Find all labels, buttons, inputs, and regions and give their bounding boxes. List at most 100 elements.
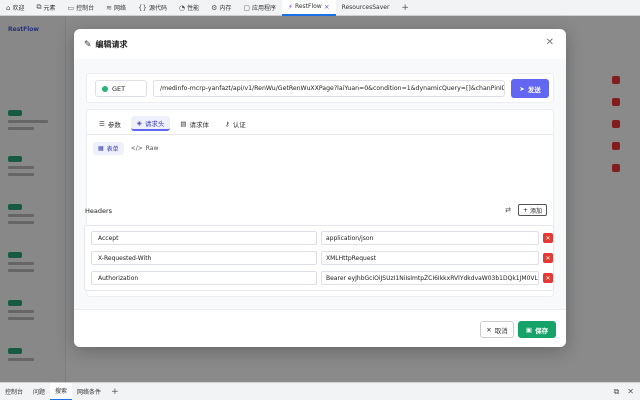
- tab-raw[interactable]: </> Raw: [126, 142, 164, 155]
- devtab-label: 应用程序: [252, 5, 277, 12]
- application-icon: ▢: [243, 3, 250, 12]
- devtab-restflow[interactable]: ⚡ RestFlow ×: [282, 0, 336, 16]
- code-icon: </>: [130, 145, 143, 152]
- tab-label: 请求头: [144, 119, 165, 128]
- modal-footer: ✕ 取消 ▣ 保存: [74, 309, 566, 347]
- delete-icon[interactable]: ✕: [543, 253, 553, 263]
- devtab-label: 欢迎: [12, 5, 25, 12]
- devtab-sources[interactable]: {} 源代码: [132, 0, 173, 16]
- tab-params[interactable]: ☰ 参数: [93, 116, 127, 131]
- devtab-console[interactable]: ▭ 控制台: [61, 0, 100, 16]
- devtab-elements[interactable]: ⧉ 元素: [30, 0, 61, 16]
- add-drawer-tab-icon[interactable]: +: [106, 387, 124, 397]
- drawer-tab-search[interactable]: 搜索: [50, 382, 73, 400]
- sync-icon[interactable]: ⇄: [502, 204, 514, 216]
- header-key-input[interactable]: X-Requested-With: [91, 251, 317, 265]
- url-input[interactable]: /medinfo-mcrp-yanfazt/api/v1/RenWu/GetRe…: [153, 80, 505, 97]
- cancel-label: 取消: [494, 326, 508, 335]
- devtools-drawer: 控制台 问题 搜索 网络条件 + ⧉ ✕: [0, 382, 640, 400]
- restflow-icon: ⚡: [288, 2, 293, 11]
- tab-label: 表单: [106, 146, 119, 153]
- tag-icon: ◈: [136, 118, 142, 127]
- method-label: GET: [112, 84, 126, 93]
- close-icon[interactable]: ✕: [546, 37, 554, 48]
- save-icon: ▣: [525, 325, 533, 334]
- devtab-memory[interactable]: ⚙ 内存: [205, 0, 237, 16]
- modal-title-text: 编辑请求: [95, 40, 128, 49]
- send-label: 发送: [527, 85, 541, 94]
- modal-body: GET /medinfo-mcrp-yanfazt/api/v1/RenWu/G…: [74, 59, 566, 309]
- close-icon[interactable]: ×: [324, 3, 330, 11]
- cancel-button[interactable]: ✕ 取消: [480, 321, 514, 338]
- devtab-resourcessaver[interactable]: ResourcesSaver: [336, 0, 396, 16]
- sources-icon: {}: [138, 3, 147, 12]
- drawer-tab-issues[interactable]: 问题: [28, 383, 50, 400]
- tab-label: 请求体: [189, 120, 209, 129]
- drawer-tab-console[interactable]: 控制台: [0, 383, 28, 400]
- tab-label: 参数: [107, 120, 121, 129]
- drawer-tab-network-conditions[interactable]: 网络条件: [72, 383, 106, 400]
- dock-icon[interactable]: ⧉: [614, 387, 620, 397]
- key-icon: ⚷: [224, 119, 230, 128]
- header-key-input[interactable]: Accept: [91, 231, 317, 245]
- delete-icon[interactable]: ✕: [543, 273, 553, 283]
- method-dot-icon: [102, 85, 108, 92]
- request-tabs: ☰ 参数 ◈ 请求头 ▤ 请求体 ⚷ 认证: [93, 116, 252, 131]
- add-tab-icon[interactable]: +: [395, 3, 415, 13]
- table-row: X-Requested-With XMLHttpRequest ✕: [91, 251, 553, 265]
- devtab-label: 内存: [219, 5, 232, 12]
- header-value-input[interactable]: Bearer eyJhbGciOiJSUzI1NiIsImtpZCI6IkkxR…: [321, 271, 539, 285]
- headers-mode-tabs: ▦ 表单 </> Raw: [93, 142, 163, 155]
- edit-icon: ✎: [84, 39, 92, 50]
- add-header-button[interactable]: + 添加: [518, 204, 548, 216]
- table-row: Accept application/json ✕: [91, 231, 553, 245]
- request-url-bar: GET /medinfo-mcrp-yanfazt/api/v1/RenWu/G…: [86, 73, 554, 103]
- devtab-label: 网络: [114, 5, 127, 12]
- network-icon: ≋: [106, 3, 112, 12]
- plus-icon: +: [523, 206, 529, 214]
- tabs-divider: [87, 134, 553, 135]
- header-value-input[interactable]: XMLHttpRequest: [321, 251, 539, 265]
- tab-headers[interactable]: ◈ 请求头: [130, 116, 171, 131]
- close-drawer-icon[interactable]: ✕: [627, 387, 634, 397]
- headers-actions: ⇄ + 添加: [502, 204, 548, 216]
- edit-request-modal: ✎ 编辑请求 ✕ GET /medinfo-mcrp-yanfazt/api/v…: [74, 29, 566, 347]
- close-icon: ✕: [486, 325, 492, 334]
- devtab-application[interactable]: ▢ 应用程序: [237, 0, 282, 16]
- modal-header: ✎ 编辑请求 ✕: [74, 29, 566, 59]
- elements-icon: ⧉: [36, 3, 42, 11]
- console-icon: ▭: [67, 3, 75, 12]
- headers-title: Headers: [85, 207, 113, 215]
- devtab-label: RestFlow: [294, 3, 322, 10]
- tab-auth[interactable]: ⚷ 认证: [219, 116, 252, 131]
- header-value-input[interactable]: application/json: [321, 231, 539, 245]
- devtab-label: 元素: [43, 5, 56, 12]
- devtab-welcome[interactable]: ⌂ 欢迎: [0, 0, 30, 16]
- delete-icon[interactable]: ✕: [543, 233, 553, 243]
- tab-label: 认证: [232, 120, 246, 129]
- save-button[interactable]: ▣ 保存: [518, 321, 556, 338]
- tab-form[interactable]: ▦ 表单: [93, 142, 124, 155]
- devtab-label: 性能: [187, 5, 200, 12]
- list-icon: ☰: [99, 119, 105, 128]
- header-key-input[interactable]: Authorization: [91, 271, 317, 285]
- headers-table: Accept application/json ✕ X-Requested-Wi…: [84, 225, 554, 291]
- method-select[interactable]: GET: [95, 80, 147, 97]
- send-button[interactable]: ➤ 发送: [511, 79, 549, 98]
- devtab-label: 控制台: [76, 5, 95, 12]
- drawer-controls: ⧉ ✕: [614, 387, 634, 397]
- welcome-icon: ⌂: [6, 3, 11, 12]
- table-row: Authorization Bearer eyJhbGciOiJSUzI1NiI…: [91, 271, 553, 285]
- save-label: 保存: [535, 326, 549, 335]
- performance-icon: ◔: [178, 3, 186, 12]
- file-icon: ▤: [180, 119, 187, 128]
- modal-title: ✎ 编辑请求: [84, 39, 128, 50]
- send-icon: ➤: [519, 84, 525, 93]
- tab-body[interactable]: ▤ 请求体: [174, 116, 215, 131]
- devtab-label: ResourcesSaver: [341, 4, 390, 11]
- add-label: 添加: [530, 207, 543, 215]
- devtab-network[interactable]: ≋ 网络: [100, 0, 132, 16]
- devtab-performance[interactable]: ◔ 性能: [173, 0, 205, 16]
- devtab-label: 源代码: [148, 5, 167, 12]
- tab-label: Raw: [145, 145, 159, 152]
